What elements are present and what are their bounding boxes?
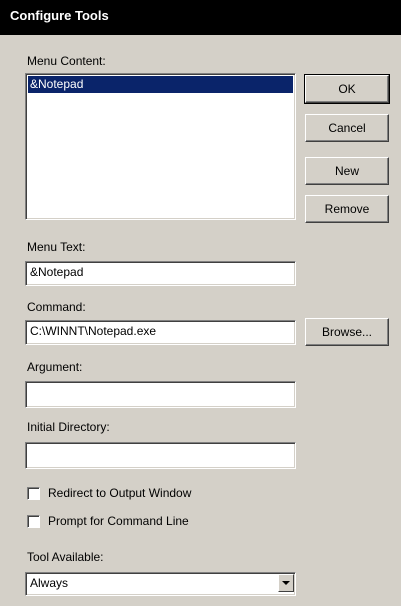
initial-directory-input[interactable] [25, 442, 296, 469]
redirect-label[interactable]: Redirect to Output Window [48, 486, 191, 500]
menu-content-list[interactable]: &Notepad [25, 73, 296, 220]
command-label: Command: [27, 300, 86, 314]
argument-input[interactable] [25, 381, 296, 408]
cancel-button[interactable]: Cancel [305, 114, 389, 142]
list-item[interactable]: &Notepad [28, 76, 293, 93]
window-title: Configure Tools [10, 8, 109, 23]
tool-available-label: Tool Available: [27, 550, 104, 564]
tool-available-value: Always [30, 576, 69, 590]
tool-available-select[interactable]: Always [25, 572, 296, 596]
prompt-label[interactable]: Prompt for Command Line [48, 514, 189, 528]
argument-label: Argument: [27, 360, 83, 374]
menu-text-input[interactable]: &Notepad [25, 261, 296, 286]
new-button[interactable]: New [305, 157, 389, 185]
prompt-checkbox[interactable] [27, 515, 40, 528]
configure-tools-dialog: Configure Tools Menu Content: &Notepad O… [0, 0, 401, 606]
initial-directory-label: Initial Directory: [27, 420, 110, 434]
title-bar[interactable]: Configure Tools [0, 0, 401, 35]
menu-content-label: Menu Content: [27, 54, 106, 68]
browse-button[interactable]: Browse... [305, 318, 389, 346]
redirect-checkbox[interactable] [27, 487, 40, 500]
menu-text-label: Menu Text: [27, 240, 86, 254]
remove-button[interactable]: Remove [305, 195, 389, 223]
chevron-down-icon[interactable] [278, 574, 294, 592]
command-input[interactable]: C:\WINNT\Notepad.exe [25, 320, 296, 345]
ok-button[interactable]: OK [304, 74, 390, 104]
